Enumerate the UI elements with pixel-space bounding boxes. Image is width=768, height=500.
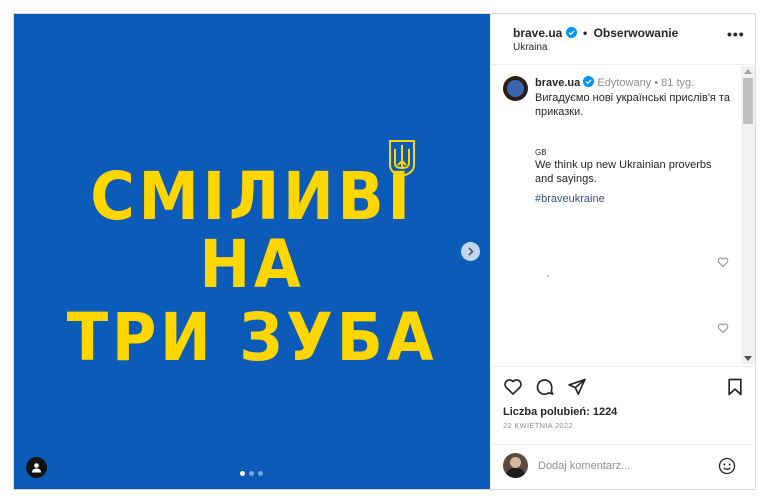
avatar [503,453,528,478]
avatar[interactable] [503,76,528,101]
action-bar [491,366,757,406]
verified-badge-icon [565,27,577,38]
header-user-line: brave.ua • Obserwowanie [513,26,678,40]
scroll-down-arrow-icon[interactable] [744,356,752,361]
comments-scrollbar[interactable] [741,66,755,364]
comment-like-icon[interactable] [717,322,729,334]
emoji-icon[interactable] [718,457,736,475]
poster-line-2: НА [199,226,305,303]
trident-icon [389,140,415,177]
likes-count[interactable]: Liczba polubień: 1224 [503,406,617,418]
location-link[interactable]: Ukraina [513,42,547,53]
tagged-people-button[interactable] [26,457,47,478]
header-separator: • [583,26,588,40]
heart-icon[interactable] [503,377,523,397]
comments-area: brave.ua Edytowany • 81 tyg. Вигадуємо н… [491,66,757,366]
more-options-button[interactable]: ••• [727,26,745,42]
caption-username[interactable]: brave.ua [535,77,580,89]
caption-text-en: We think up new Ukrainian proverbs and s… [535,159,712,185]
carousel-dot [258,471,263,476]
share-icon[interactable] [567,377,587,397]
carousel-dot [249,471,254,476]
header-username[interactable]: brave.ua [513,26,562,40]
scrollbar-thumb[interactable] [743,78,753,124]
comment-icon[interactable] [535,377,555,397]
next-slide-button[interactable] [461,242,480,261]
comment-like-icon[interactable] [717,256,729,268]
comment-input[interactable] [538,457,708,475]
bookmark-icon[interactable] [725,377,745,397]
chevron-right-icon [468,247,474,256]
poster-line-3: ТРИ ЗУБА [66,299,438,376]
post-date: 22 KWIETNIA 2022 [503,421,573,430]
following-button[interactable]: Obserwowanie [594,26,679,40]
scroll-up-arrow-icon[interactable] [744,69,752,74]
hashtag-link[interactable]: #braveukraine [535,193,605,205]
caption-gb-label: GB [535,148,547,157]
carousel-indicator [240,471,263,476]
person-tag-icon [32,463,41,473]
caption-meta: Edytowany • 81 tyg. [597,77,695,89]
instagram-post: СМІЛИВІ НА ТРИ ЗУБА brave.ua • Obserwowa… [13,13,757,490]
caption-text-ua: Вигадуємо нові українські прислів'я та п… [535,92,730,118]
post-header: brave.ua • Obserwowanie Ukraina ••• [491,14,756,65]
post-image[interactable]: СМІЛИВІ НА ТРИ ЗУБА [14,14,490,489]
caption-header: brave.ua Edytowany • 81 tyg. [535,76,694,89]
post-side-panel: brave.ua • Obserwowanie Ukraina ••• brav… [490,14,757,489]
carousel-dot-active [240,471,245,476]
divider-dot [547,275,549,277]
verified-badge-icon [583,76,595,87]
add-comment-bar [491,444,757,489]
